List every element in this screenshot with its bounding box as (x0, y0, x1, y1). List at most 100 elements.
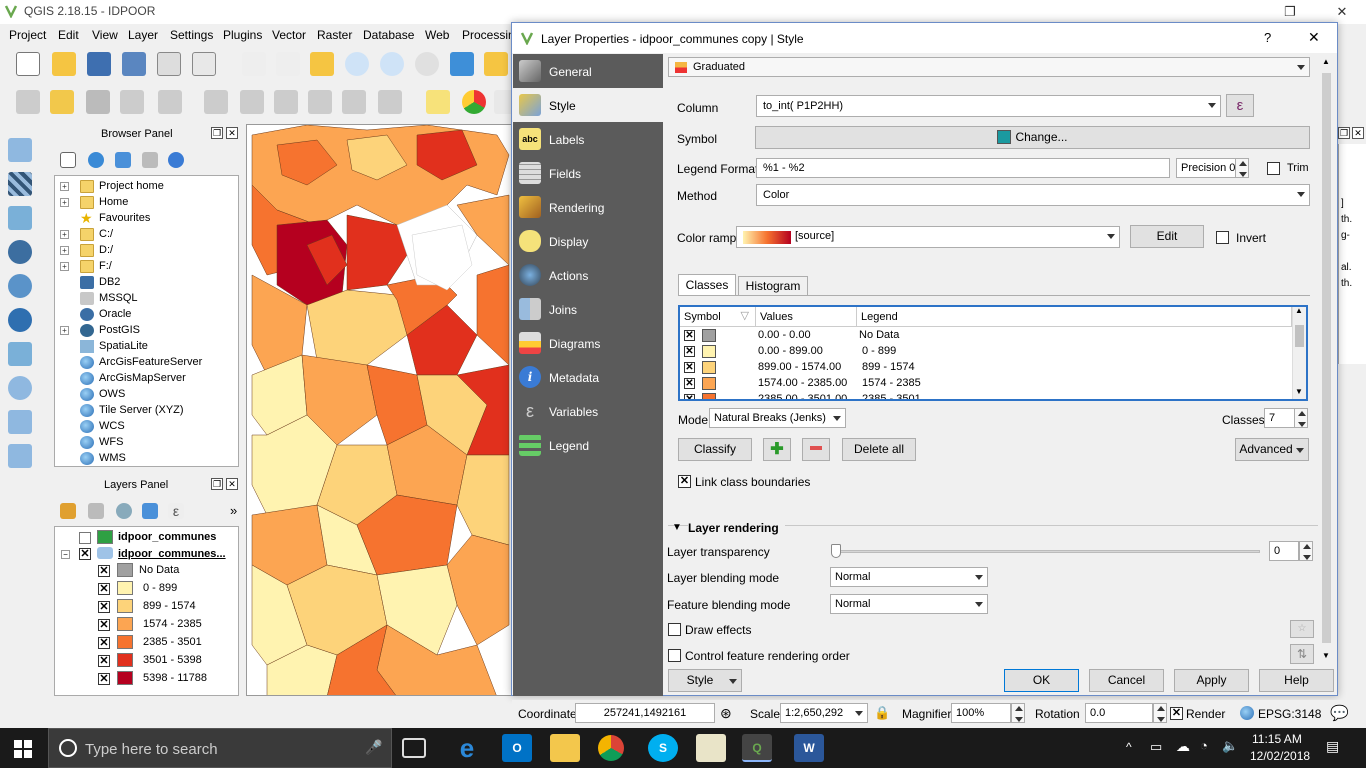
transparency-slider[interactable] (836, 550, 1260, 553)
add-feature-icon[interactable] (120, 90, 144, 114)
draw-effects-checkbox[interactable] (668, 623, 681, 636)
help-button[interactable]: Help (1259, 669, 1334, 692)
menu-edit[interactable]: Edit (58, 28, 79, 42)
chrome-icon[interactable] (598, 735, 624, 761)
delete-selected-icon[interactable] (240, 90, 264, 114)
new-project-icon[interactable] (16, 52, 40, 76)
node-tool-icon[interactable] (204, 90, 228, 114)
volume-icon[interactable]: 🔈 (1222, 738, 1238, 754)
new-temporary-layer-icon[interactable] (8, 444, 32, 468)
save-project-icon[interactable] (87, 52, 111, 76)
layer-name-selected[interactable]: idpoor_communes... (118, 548, 226, 560)
class-swatch[interactable] (702, 377, 716, 390)
menu-plugins[interactable]: Plugins (223, 28, 262, 42)
tab-classes[interactable]: Classes (678, 274, 736, 296)
class-checkbox[interactable]: ✕ (684, 378, 695, 389)
classes-table[interactable]: Symbol ▽ Values Legend ✕ 0.00 - 0.00 No D… (678, 305, 1308, 401)
scroll-up-icon[interactable]: ▲ (1295, 307, 1303, 315)
clock-time[interactable]: 11:15 AM (1252, 732, 1302, 746)
scroll-up-icon[interactable]: ▲ (1322, 57, 1330, 66)
column-header-legend[interactable]: Legend (857, 307, 1292, 327)
current-edits-icon[interactable] (16, 90, 40, 114)
scroll-down-icon[interactable]: ▼ (1322, 651, 1330, 660)
toggle-editing-icon[interactable] (50, 90, 74, 114)
class-checkbox[interactable]: ✕ (684, 394, 695, 399)
link-class-boundaries-checkbox[interactable]: ✕ (678, 475, 691, 488)
sidebar-item-variables[interactable]: ε Variables (513, 394, 663, 428)
precision-spinner-arrows[interactable] (1235, 158, 1249, 178)
close-dialog-icon[interactable]: ✕ (1308, 29, 1320, 46)
trim-checkbox[interactable] (1267, 162, 1280, 175)
collapse-all-icon[interactable] (142, 152, 158, 168)
add-spatialite-layer-icon[interactable] (8, 206, 32, 230)
action-center-icon[interactable]: ▤ (1326, 738, 1339, 755)
touch-zoom-icon[interactable] (242, 52, 266, 76)
legend-class-checkbox[interactable]: ✕ (98, 673, 110, 685)
classes-spinner-arrows[interactable] (1294, 408, 1308, 428)
close-panel-icon[interactable]: ✕ (226, 127, 238, 139)
save-as-icon[interactable] (122, 52, 146, 76)
float-panel-icon[interactable]: ❐ (211, 478, 223, 490)
add-class-button[interactable]: ✚ (763, 438, 791, 461)
menu-project[interactable]: Project (9, 28, 46, 42)
legend-class-checkbox[interactable]: ✕ (98, 637, 110, 649)
map-canvas[interactable] (246, 124, 512, 696)
class-swatch[interactable] (702, 393, 716, 399)
menu-settings[interactable]: Settings (170, 28, 213, 42)
layer-visibility-checkbox[interactable] (79, 532, 91, 544)
show-hidden-icons[interactable]: ^ (1126, 740, 1132, 754)
column-header-symbol[interactable]: Symbol ▽ (680, 307, 756, 327)
skype-icon[interactable]: S (648, 734, 678, 762)
collapse-section-icon[interactable]: ▼ (672, 522, 682, 533)
transparency-spinbox[interactable]: 0 (1269, 541, 1299, 561)
save-edits-icon[interactable] (86, 90, 110, 114)
column-expression-input[interactable]: to_int( P1P2HH) (756, 95, 1221, 117)
help-icon[interactable]: ? (1264, 30, 1271, 45)
renderer-select[interactable]: Graduated (668, 57, 1310, 77)
legend-class-checkbox[interactable]: ✕ (98, 655, 110, 667)
coordinate-field[interactable]: 257241,1492161 (575, 703, 715, 723)
remove-class-button[interactable] (802, 438, 830, 461)
class-checkbox[interactable]: ✕ (684, 330, 695, 341)
menu-web[interactable]: Web (425, 28, 449, 42)
word-icon[interactable]: W (794, 734, 824, 762)
float-panel-icon[interactable]: ❐ (1338, 127, 1350, 139)
mode-select[interactable]: Natural Breaks (Jenks) (709, 408, 846, 428)
search-box[interactable]: Type here to search 🎤 (48, 728, 392, 768)
menu-database[interactable]: Database (363, 28, 414, 42)
filter-icon[interactable] (115, 152, 131, 168)
diagram-toolbar-icon[interactable] (462, 90, 486, 114)
scrollbar-thumb[interactable] (1295, 325, 1304, 347)
crs-globe-icon[interactable] (1240, 706, 1254, 720)
layer-rendering-title[interactable]: Layer rendering (688, 521, 785, 535)
menu-layer[interactable]: Layer (128, 28, 158, 42)
add-group-icon[interactable] (88, 503, 104, 519)
edge-browser-icon[interactable]: e (452, 734, 482, 762)
rotation-spinner-arrows[interactable] (1153, 703, 1167, 723)
sidebar-item-general[interactable]: General (513, 54, 663, 88)
cancel-button[interactable]: Cancel (1089, 669, 1164, 692)
composer-manager-icon[interactable] (192, 52, 216, 76)
sidebar-item-actions[interactable]: Actions (513, 258, 663, 292)
outlook-icon[interactable]: O (502, 734, 532, 762)
apply-button[interactable]: Apply (1174, 669, 1249, 692)
microphone-icon[interactable]: 🎤 (365, 739, 382, 756)
tab-histogram[interactable]: Histogram (738, 276, 808, 296)
table-row[interactable]: ✕ 2385.00 - 3501.00 2385 - 3501 (680, 392, 1292, 399)
sidebar-item-display[interactable]: Display (513, 224, 663, 258)
pan-to-selection-icon[interactable] (310, 52, 334, 76)
qgis-taskbar-icon[interactable]: Q (742, 734, 772, 762)
add-raster-layer-icon[interactable] (8, 172, 32, 196)
sidebar-item-metadata[interactable]: i Metadata (513, 360, 663, 394)
legend-class-checkbox[interactable]: ✕ (98, 601, 110, 613)
sidebar-item-joins[interactable]: Joins (513, 292, 663, 326)
sidebar-item-legend[interactable]: Legend (513, 428, 663, 462)
move-feature-icon[interactable] (158, 90, 182, 114)
magnifier-spinner-arrows[interactable] (1011, 703, 1025, 723)
rotation-spinbox[interactable]: 0.0 (1085, 703, 1153, 723)
table-row[interactable]: ✕ 899.00 - 1574.00 899 - 1574 (680, 360, 1292, 376)
onedrive-icon[interactable]: ☁ (1176, 738, 1190, 755)
transparency-spinner-arrows[interactable] (1299, 541, 1313, 561)
visibility-icon[interactable] (116, 503, 132, 519)
open-project-icon[interactable] (52, 52, 76, 76)
